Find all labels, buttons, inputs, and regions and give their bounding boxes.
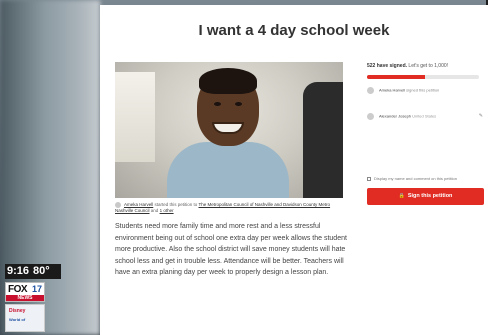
tv-clock: 9:16 80° <box>5 264 61 279</box>
badge-line-1: Disney <box>9 308 26 314</box>
child-eye <box>235 102 242 106</box>
channel-number: 17 <box>32 284 43 294</box>
avatar <box>367 87 374 94</box>
signer-action: signed this petition <box>406 87 440 93</box>
car-seat <box>303 82 343 198</box>
sign-petition-button[interactable]: 🔒 Sign this petition <box>367 188 484 205</box>
avatar <box>367 113 374 120</box>
starter-text: started this petition to <box>154 202 198 208</box>
petition-body: Students need more family time and more … <box>115 223 347 277</box>
station-logo: FOX 17 NEWS <box>5 282 45 302</box>
display-option-label: Display my name and comment on this peti… <box>374 176 457 181</box>
tv-temperature: 80° <box>33 265 50 277</box>
checkbox[interactable] <box>367 176 371 181</box>
starter-name-link[interactable]: Ameka Harvell <box>124 202 153 207</box>
signer-location: United States <box>412 113 437 119</box>
car-window <box>115 72 155 162</box>
display-name-option[interactable]: Display my name and comment on this peti… <box>367 176 485 181</box>
station-name: FOX <box>8 284 28 295</box>
signed-count: 522 have signed. <box>367 63 408 69</box>
lock-icon: 🔒 <box>398 193 405 199</box>
recent-signer: Alexander Joseph United States ✎ <box>367 113 485 120</box>
edit-icon[interactable]: ✎ <box>479 113 483 119</box>
promo-badge: Disney World of <box>5 304 45 332</box>
signature-count: 522 have signed. Let's get to 1,000! <box>367 63 479 69</box>
progress-bar <box>367 75 479 79</box>
tv-time: 9:16 <box>7 265 30 277</box>
sign-button-label: Sign this petition <box>407 193 453 199</box>
other-target-link[interactable]: 1 other <box>160 208 174 213</box>
signer-name: Alexander Joseph <box>379 113 412 119</box>
petition-page: I want a 4 day school week Ameka Harvell… <box>100 5 488 335</box>
news-label: NEWS <box>6 295 44 301</box>
starter-and: and <box>150 208 159 214</box>
child-eye <box>214 102 221 106</box>
petition-starter: Ameka Harvell started this petition to T… <box>115 202 343 214</box>
badge-line-2: World of <box>9 317 26 322</box>
signer-name: Ameka Harvell <box>379 87 406 93</box>
recent-signer: Ameka Harvell signed this petition <box>367 87 485 94</box>
child-hair <box>199 68 257 94</box>
progress-fill <box>367 75 426 79</box>
page-title: I want a 4 day school week <box>198 22 390 39</box>
petition-photo <box>115 62 343 198</box>
signed-goal: Let's get to 1,000! <box>408 63 449 69</box>
avatar <box>115 202 121 208</box>
child-shirt <box>167 142 289 198</box>
